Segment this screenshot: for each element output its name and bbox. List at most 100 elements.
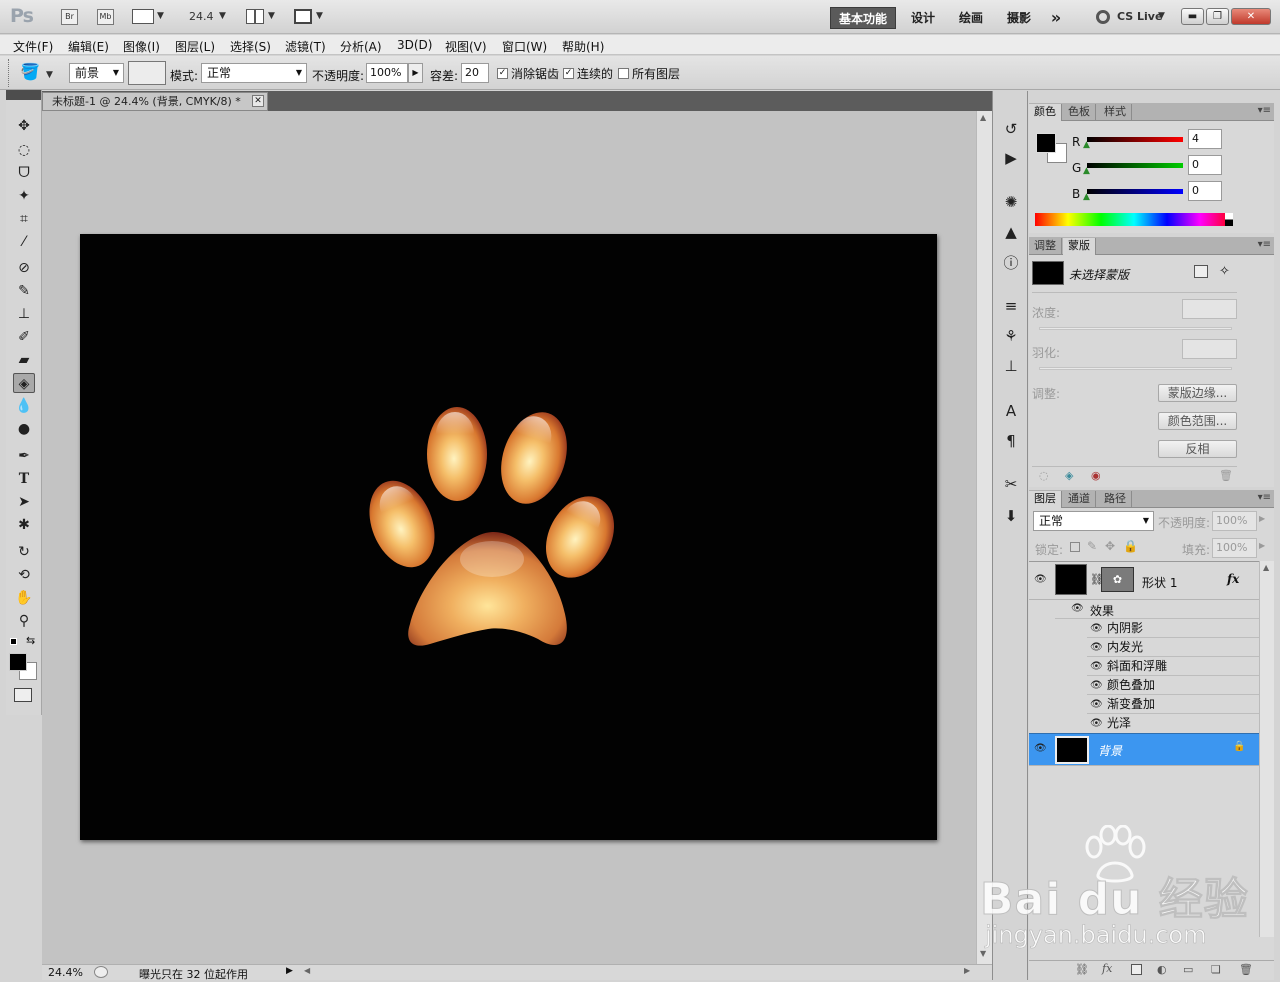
b-slider[interactable] <box>1087 189 1183 194</box>
type-tool-icon[interactable]: T <box>13 469 35 489</box>
effect-bevel-emboss[interactable]: 👁 斜面和浮雕 <box>1087 657 1259 676</box>
default-colors-icon[interactable] <box>10 638 17 645</box>
g-value-input[interactable]: 0 <box>1188 155 1222 175</box>
scroll-up-icon[interactable]: ▲ <box>980 113 986 122</box>
r-value-input[interactable]: 4 <box>1188 129 1222 149</box>
eyedropper-tool-icon[interactable]: ⁄ <box>13 232 35 252</box>
zoom-tool-icon[interactable]: ⚲ <box>13 611 35 631</box>
status-info-icon[interactable] <box>94 966 108 978</box>
menu-edit[interactable]: 编辑(E) <box>68 38 109 55</box>
all-layers-checkbox[interactable] <box>618 68 629 79</box>
adjustment-layer-icon[interactable]: ◐ <box>1157 963 1167 976</box>
panel-menu-icon[interactable]: ▾≡ <box>1258 239 1271 250</box>
eye-icon[interactable]: 👁 <box>1090 677 1103 695</box>
lock-pixels-icon[interactable]: ✎ <box>1087 539 1097 553</box>
arrange-documents-icon[interactable] <box>246 9 264 24</box>
marquee-tool-icon[interactable]: ◌ <box>13 140 35 160</box>
feather-input[interactable] <box>1182 339 1237 359</box>
move-tool-icon[interactable]: ✥ <box>13 116 35 136</box>
fill-source-select[interactable]: 前景 ▼ <box>69 63 124 83</box>
blur-tool-icon[interactable]: 💧 <box>13 396 35 416</box>
b-slider-handle-icon[interactable]: ▲ <box>1083 192 1090 202</box>
history-panel-icon[interactable]: ↺ <box>1001 119 1021 139</box>
3d-orbit-tool-icon[interactable]: ⟲ <box>13 565 35 585</box>
scroll-down-icon[interactable]: ▼ <box>980 949 986 958</box>
effect-inner-shadow[interactable]: 👁 内阴影 <box>1087 619 1259 638</box>
color-range-button[interactable]: 颜色范围... <box>1158 412 1237 430</box>
zoom-level[interactable]: 24.4 <box>189 10 214 23</box>
clone-stamp-tool-icon[interactable]: ⊥ <box>13 304 35 324</box>
canvas-area[interactable] <box>42 111 976 964</box>
histogram-panel-icon[interactable]: ▲ <box>1001 222 1021 242</box>
layer-name-background[interactable]: 背景 <box>1098 742 1122 759</box>
tab-adjustments[interactable]: 调整 <box>1029 238 1062 255</box>
fill-arrow-icon[interactable]: ▶ <box>1259 541 1265 550</box>
paragraph-panel-icon[interactable]: ¶ <box>1001 431 1021 451</box>
actions-panel-icon[interactable]: ▶ <box>1001 148 1021 168</box>
tools-panel-header[interactable] <box>6 90 41 100</box>
eye-icon[interactable]: 👁 <box>1090 658 1103 676</box>
workspace-painting[interactable]: 绘画 <box>950 7 992 29</box>
brush-panel-icon[interactable]: ⚘ <box>1001 326 1021 346</box>
tolerance-input[interactable]: 20 <box>461 63 489 83</box>
scroll-up-icon[interactable]: ▲ <box>1263 563 1269 572</box>
density-input[interactable] <box>1182 299 1237 319</box>
menu-layer[interactable]: 图层(L) <box>175 38 215 55</box>
paint-bucket-icon[interactable]: 🪣 <box>20 62 40 81</box>
vector-mask-thumbnail[interactable]: ✿ <box>1101 567 1134 592</box>
menu-select[interactable]: 选择(S) <box>230 38 271 55</box>
menu-analysis[interactable]: 分析(A) <box>340 38 382 55</box>
menu-view[interactable]: 视图(V) <box>445 38 487 55</box>
add-mask-icon[interactable] <box>1131 964 1142 975</box>
effect-color-overlay[interactable]: 👁 颜色叠加 <box>1087 676 1259 695</box>
layer-opacity-input[interactable]: 100% <box>1212 511 1257 531</box>
navigator-panel-icon[interactable]: ✺ <box>1001 192 1021 212</box>
status-zoom[interactable]: 24.4% <box>48 966 83 979</box>
workspace-photography[interactable]: 摄影 <box>998 7 1040 29</box>
eye-icon[interactable]: 👁 <box>1071 603 1084 614</box>
pen-tool-icon[interactable]: ✒ <box>13 446 35 466</box>
menu-3d[interactable]: 3D(D) <box>397 38 432 52</box>
new-group-icon[interactable]: ▭ <box>1183 963 1193 976</box>
tab-color[interactable]: 颜色 <box>1029 104 1062 121</box>
color-fg-swatch[interactable] <box>1036 133 1056 153</box>
fill-input[interactable]: 100% <box>1212 538 1257 558</box>
trash-icon[interactable]: 🗑 <box>1219 469 1233 482</box>
mask-edge-button[interactable]: 蒙版边缘... <box>1158 384 1237 402</box>
scroll-left-icon[interactable]: ◀ <box>304 966 310 975</box>
crop-tool-icon[interactable]: ⌗ <box>13 209 35 229</box>
clone-source-icon[interactable]: ⊥ <box>1001 356 1021 376</box>
lasso-tool-icon[interactable]: ᗜ <box>13 163 35 183</box>
swap-colors-icon[interactable]: ⇆ <box>26 634 35 647</box>
panel-menu-icon[interactable]: ▾≡ <box>1258 492 1271 503</box>
close-icon[interactable]: ✕ <box>252 95 264 107</box>
brush-tool-icon[interactable]: ✎ <box>13 281 35 301</box>
g-slider-handle-icon[interactable]: ▲ <box>1083 166 1090 176</box>
eraser-tool-icon[interactable]: ▰ <box>13 350 35 370</box>
opacity-slider-button[interactable]: ▶ <box>408 63 423 83</box>
quick-mask-icon[interactable] <box>14 688 32 702</box>
layer-fx-badge[interactable]: fx <box>1227 572 1239 586</box>
layer-name-shape[interactable]: 形状 1 <box>1142 574 1177 591</box>
pattern-picker[interactable] <box>128 61 166 85</box>
mode-select[interactable]: 正常 ▼ <box>201 63 307 83</box>
screen-mode-icon[interactable] <box>294 9 312 24</box>
opacity-input[interactable]: 100% <box>366 63 408 83</box>
panel-menu-icon[interactable]: ▾≡ <box>1258 105 1271 116</box>
history-brush-tool-icon[interactable]: ✐ <box>13 327 35 347</box>
invert-button[interactable]: 反相 <box>1158 440 1237 458</box>
custom-shape-tool-icon[interactable]: ✱ <box>13 515 35 535</box>
load-selection-icon[interactable]: ◌ <box>1039 469 1049 482</box>
more-workspaces-button[interactable]: » <box>1044 7 1068 29</box>
tab-swatches[interactable]: 色板 <box>1063 104 1096 121</box>
dodge-tool-icon[interactable]: ● <box>13 419 35 439</box>
menu-file[interactable]: 文件(F) <box>13 38 53 55</box>
feather-slider[interactable] <box>1039 367 1232 370</box>
layer-row-background[interactable]: 👁 背景 🔒 <box>1029 733 1259 766</box>
tab-styles[interactable]: 样式 <box>1099 104 1132 121</box>
new-layer-icon[interactable]: ❏ <box>1211 963 1221 976</box>
vertical-scrollbar[interactable]: ▲ ▼ <box>976 111 992 964</box>
layer-row-shape[interactable]: 👁 ⛓ ✿ 形状 1 fx <box>1029 562 1259 600</box>
antialias-checkbox[interactable]: ✓ <box>497 68 508 79</box>
paint-bucket-tool-icon[interactable]: ◈ <box>13 373 35 393</box>
